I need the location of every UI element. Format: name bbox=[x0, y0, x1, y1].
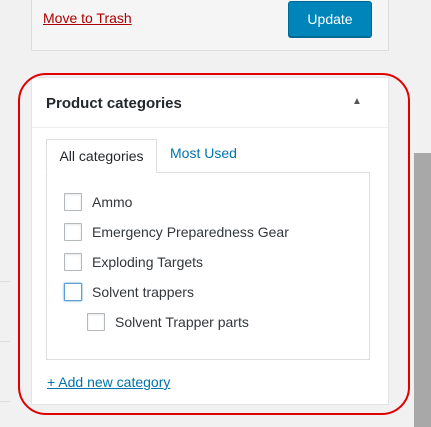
gutter-divider bbox=[0, 401, 10, 402]
tab-most-used[interactable]: Most Used bbox=[170, 145, 237, 161]
tab-all-categories[interactable]: All categories bbox=[46, 139, 157, 173]
category-checkbox[interactable] bbox=[87, 313, 105, 331]
box-header[interactable]: Product categories ▲ bbox=[32, 78, 388, 128]
category-label: Solvent Trapper parts bbox=[115, 314, 249, 330]
scrollbar-thumb[interactable] bbox=[414, 153, 431, 427]
category-checkbox[interactable] bbox=[64, 283, 82, 301]
list-item[interactable]: Ammo bbox=[64, 193, 132, 211]
category-checkbox[interactable] bbox=[64, 253, 82, 271]
add-new-category-link[interactable]: + Add new category bbox=[47, 374, 170, 390]
update-button[interactable]: Update bbox=[288, 1, 372, 37]
category-label: Exploding Targets bbox=[92, 254, 204, 270]
publish-actions: Move to Trash Update bbox=[31, 0, 389, 51]
category-checklist: Ammo Emergency Preparedness Gear Explodi… bbox=[46, 172, 370, 360]
list-item[interactable]: Solvent Trapper parts bbox=[87, 313, 249, 331]
gutter-divider bbox=[0, 341, 10, 342]
scrollbar[interactable] bbox=[414, 153, 431, 427]
list-item[interactable]: Emergency Preparedness Gear bbox=[64, 223, 289, 241]
move-to-trash-link[interactable]: Move to Trash bbox=[43, 10, 132, 26]
box-title: Product categories bbox=[46, 95, 182, 112]
category-label: Emergency Preparedness Gear bbox=[92, 224, 289, 240]
category-checkbox[interactable] bbox=[64, 193, 82, 211]
list-item[interactable]: Exploding Targets bbox=[64, 253, 203, 271]
gutter-divider bbox=[0, 281, 10, 282]
product-categories-box: Product categories ▲ All categories Most… bbox=[31, 77, 389, 405]
list-item[interactable]: Solvent trappers bbox=[64, 283, 194, 301]
category-checkbox[interactable] bbox=[64, 223, 82, 241]
category-label: Solvent trappers bbox=[92, 284, 194, 300]
category-label: Ammo bbox=[92, 194, 133, 210]
arrow-up-icon[interactable]: ▲ bbox=[352, 96, 362, 107]
